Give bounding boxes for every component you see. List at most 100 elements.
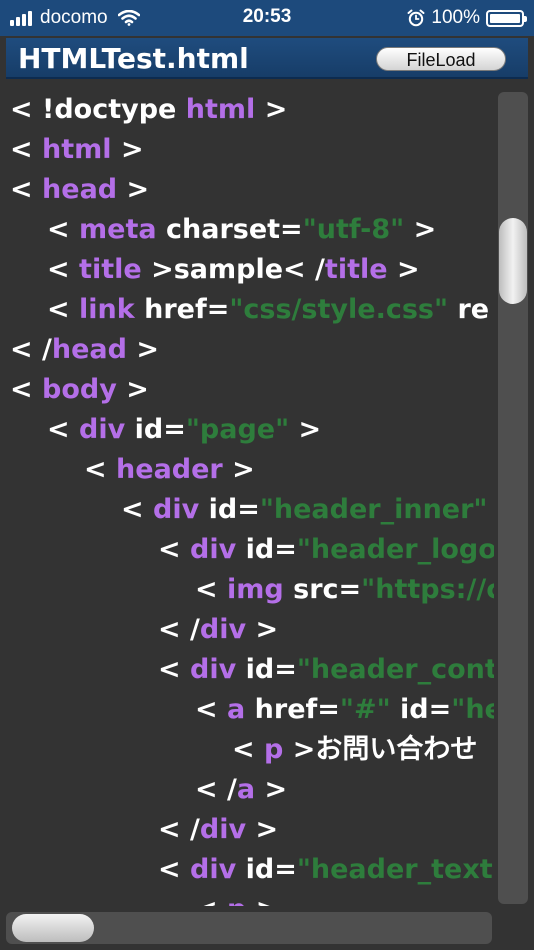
code-text: <	[47, 214, 80, 245]
code-line: < !doctype html >	[10, 90, 287, 130]
code-text: id=	[236, 654, 297, 685]
code-line: < div id="header_text"	[158, 850, 494, 890]
code-tag: link	[79, 294, 135, 325]
code-text: < /	[10, 334, 52, 365]
code-line: < link href="css/style.css" re	[47, 290, 489, 330]
code-tag: meta	[79, 214, 157, 245]
code-text: src=	[283, 574, 362, 605]
code-text: <	[158, 534, 191, 565]
battery-percent: 100%	[431, 7, 480, 28]
code-text: >	[289, 414, 322, 445]
code-line: < head >	[10, 170, 149, 210]
code-line: < meta charset="utf-8" >	[47, 210, 436, 250]
code-tag: div	[79, 414, 126, 445]
code-tag: div	[190, 854, 237, 885]
vertical-scrollbar[interactable]	[498, 92, 528, 904]
code-text: < !doctype	[10, 94, 186, 125]
code-text: href=	[245, 694, 340, 725]
code-line: < img src="https://c	[195, 570, 494, 610]
code-line: < a href="#" id="hea	[195, 690, 494, 730]
code-text: id=	[236, 534, 297, 565]
code-text: <	[47, 414, 80, 445]
code-line: < /a >	[195, 770, 287, 810]
code-tag: head	[42, 174, 118, 205]
code-line: < div id="page" >	[47, 410, 321, 450]
code-text: >	[116, 374, 149, 405]
code-string: "hea	[451, 694, 494, 725]
code-line: < /div >	[158, 810, 278, 850]
code-text: <	[195, 574, 228, 605]
code-text: >	[126, 334, 160, 365]
code-tag: a	[236, 774, 256, 805]
code-text: >sample< /	[141, 254, 325, 285]
code-string: "header_cont	[296, 654, 494, 685]
code-text: >	[117, 174, 150, 205]
code-text: >	[246, 814, 279, 845]
code-string: "header_text"	[296, 854, 494, 885]
code-tag: div	[153, 494, 200, 525]
code-tag: img	[227, 574, 284, 605]
code-tag: html	[42, 134, 112, 165]
code-text: >	[222, 454, 255, 485]
code-string: "https://c	[361, 574, 494, 605]
code-text: href=	[134, 294, 230, 325]
code-string: "#"	[339, 694, 391, 725]
code-tag: div	[190, 654, 237, 685]
code-line: < /div >	[158, 610, 278, 650]
code-tag: title	[324, 254, 388, 285]
status-bar: docomo 20:53 100%	[0, 0, 534, 36]
code-text: charset=	[156, 214, 303, 245]
code-tag: title	[79, 254, 142, 285]
horizontal-scrollbar[interactable]	[6, 912, 492, 944]
code-text: <	[10, 134, 43, 165]
code-text: >	[111, 134, 144, 165]
code-tag: p	[264, 734, 284, 765]
code-line: < div id="header_cont	[158, 650, 494, 690]
code-text: < /	[158, 614, 200, 645]
code-line: < /head >	[10, 330, 159, 370]
code-tag: body	[42, 374, 117, 405]
code-text: < /	[195, 774, 237, 805]
code-tag: header	[116, 454, 223, 485]
code-text: <	[158, 854, 191, 885]
code-text: id=	[236, 854, 297, 885]
code-tag: a	[227, 694, 246, 725]
code-text: >	[246, 894, 279, 906]
code-tag: div	[199, 614, 247, 645]
code-editor[interactable]: < !doctype html > < html > < head > < meta …	[0, 86, 494, 906]
code-line: < div id="header_logo	[158, 530, 494, 570]
code-text: <	[10, 174, 43, 205]
code-text: >	[246, 614, 279, 645]
code-line: < div id="header_inner"	[121, 490, 488, 530]
code-text: re	[448, 294, 490, 325]
code-text: <	[47, 294, 80, 325]
code-text: >	[255, 94, 288, 125]
file-load-button[interactable]: FileLoad	[376, 47, 506, 71]
code-string: "header_logo	[296, 534, 494, 565]
code-tag: html	[185, 94, 256, 125]
code-string: "page"	[185, 414, 290, 445]
code-line: < header >	[84, 450, 255, 490]
code-text: <	[10, 374, 43, 405]
code-text: id=	[199, 494, 260, 525]
code-text: <	[158, 654, 191, 685]
code-string: "utf-8"	[302, 214, 405, 245]
code-text: >お問い合わせ	[283, 734, 478, 765]
code-line: < html >	[10, 130, 144, 170]
code-line: < p >お問い合わせ	[232, 730, 477, 770]
horizontal-scroll-thumb[interactable]	[12, 914, 94, 942]
vertical-scroll-thumb[interactable]	[499, 218, 527, 304]
code-text: < /	[158, 814, 200, 845]
code-string: "css/style.css"	[229, 294, 449, 325]
code-tag: head	[51, 334, 127, 365]
code-line: < p >	[195, 890, 278, 906]
code-text: id=	[390, 694, 452, 725]
code-text: <	[195, 894, 227, 906]
code-tag: div	[190, 534, 237, 565]
code-text: <	[121, 494, 154, 525]
alarm-clock-icon	[407, 9, 425, 27]
code-line: < title >sample< /title >	[47, 250, 420, 290]
code-text: <	[84, 454, 117, 485]
code-text: >	[255, 774, 288, 805]
code-line: < body >	[10, 370, 149, 410]
